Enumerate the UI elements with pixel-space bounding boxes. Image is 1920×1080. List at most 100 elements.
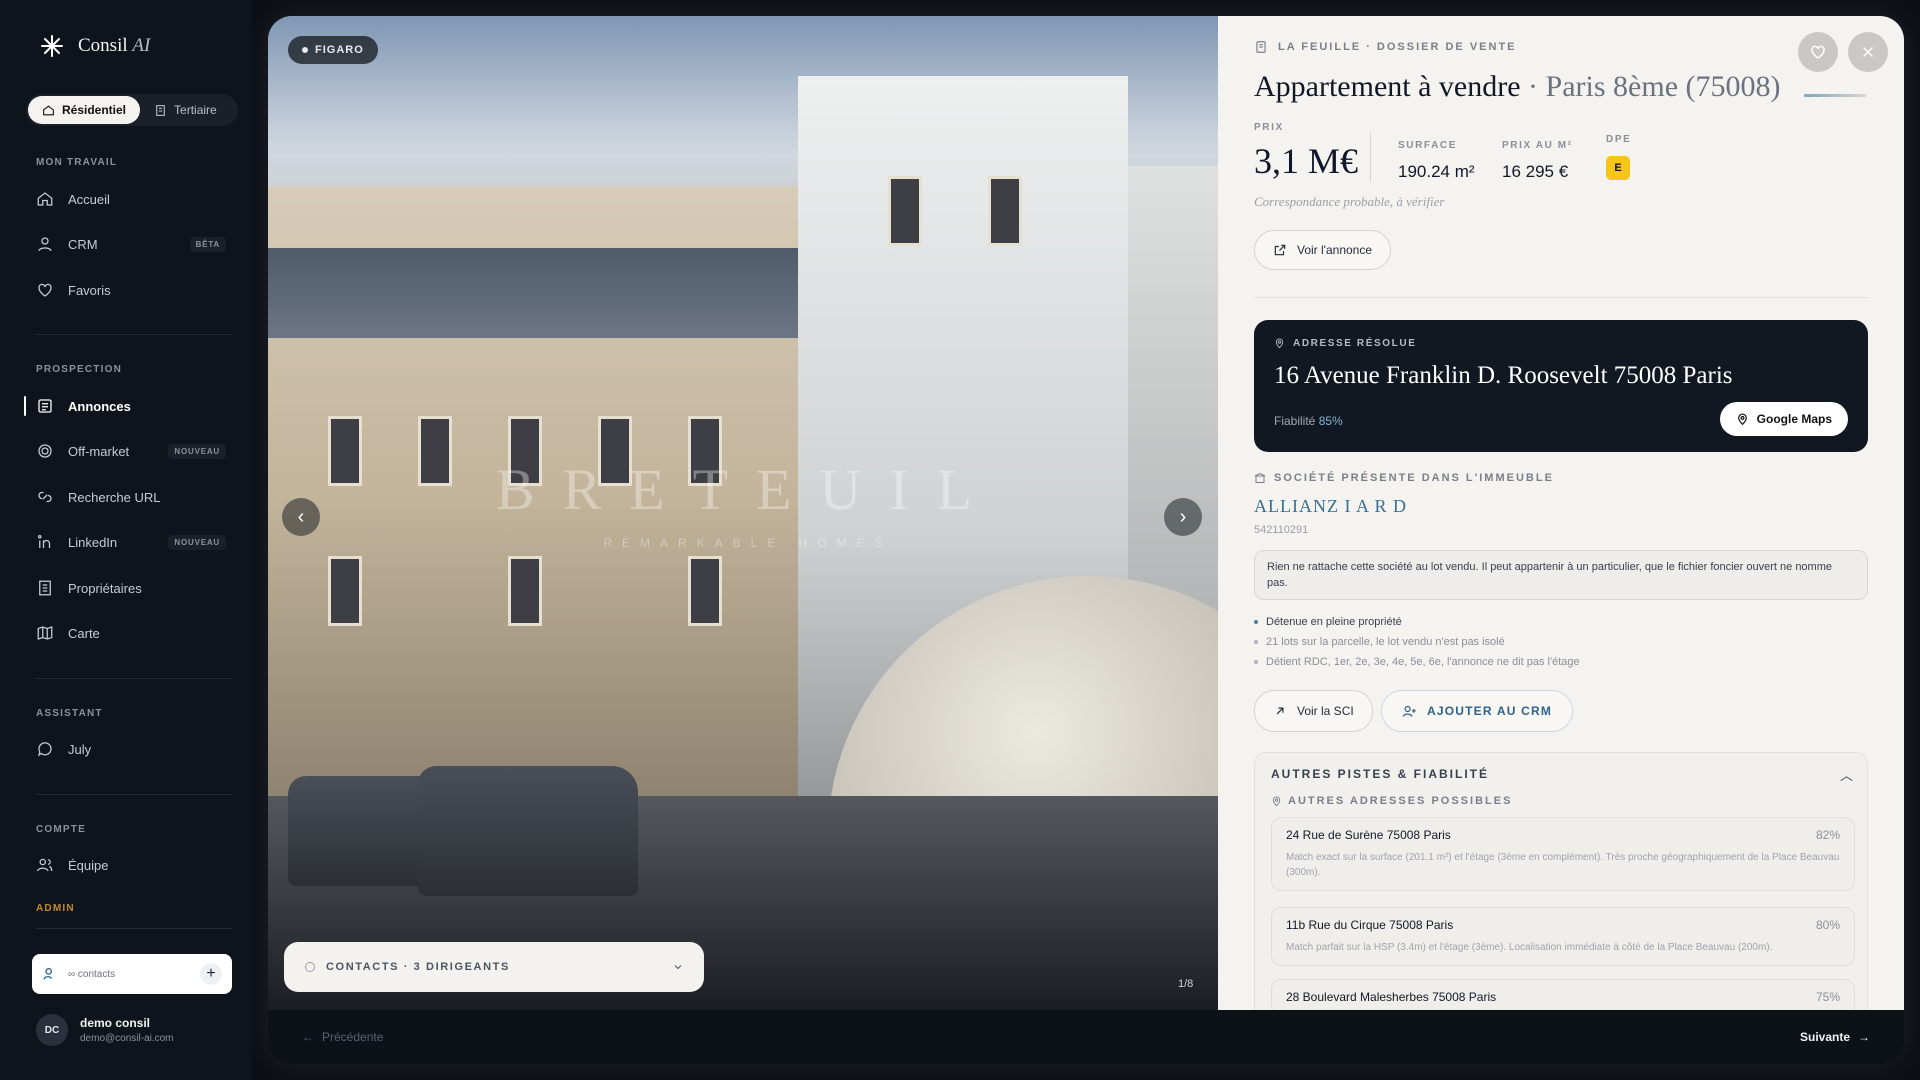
building-icon [156, 104, 165, 116]
previous-listing-button[interactable]: ← Précédente [302, 1030, 383, 1044]
chevron-right-icon: › [1179, 505, 1187, 528]
section-label-admin: ADMIN [36, 903, 75, 914]
panel-eyebrow: LA FEUILLE · DOSSIER DE VENTE [1254, 40, 1517, 54]
price-per-m2-value: 16 295 € [1502, 162, 1569, 181]
lead-description: Match parfait sur la HSP (3.4m) et l'éta… [1286, 942, 1773, 953]
map-icon [37, 626, 53, 640]
list-item: Détient RDC, 1er, 2e, 3e, 4e, 5e, 6e, l'… [1254, 652, 1868, 672]
brand-logo[interactable]: Consil AI [40, 34, 150, 58]
sidebar-item-proprietaires[interactable]: Propriétaires [24, 571, 234, 605]
sidebar-divider [36, 928, 232, 929]
lead-description: Match exact sur la surface (201.1 m²) et… [1286, 852, 1840, 878]
sidebar-item-accueil[interactable]: Accueil [24, 182, 234, 216]
building-icon [1254, 472, 1266, 483]
user-profile[interactable]: DC demo consil demo@consil-ai.com [36, 1014, 174, 1046]
listing-modal: BRETEUIL REMARKABLE HOMES FIGARO ‹ › CON… [268, 16, 1904, 1064]
sidebar-item-carte[interactable]: Carte [24, 616, 234, 650]
sidebar-item-crm[interactable]: CRM BÊTA [24, 227, 234, 261]
segment-tertiaire[interactable]: Tertiaire [140, 96, 231, 124]
sidebar-divider [36, 334, 232, 335]
favorite-button[interactable] [1798, 32, 1838, 72]
clock-icon [305, 962, 315, 972]
add-to-crm-button[interactable]: AJOUTER AU CRM [1381, 690, 1574, 732]
sidebar-item-annonces[interactable]: Annonces [24, 389, 234, 423]
building-icon [39, 580, 51, 596]
previous-photo-button[interactable]: ‹ [282, 498, 320, 536]
add-contact-button[interactable]: + [200, 963, 222, 985]
contacts-widget[interactable]: ∞ contacts + [32, 954, 232, 994]
detail-panel: LA FEUILLE · DOSSIER DE VENTE Appartemen… [1218, 16, 1904, 1010]
heart-icon [1811, 45, 1825, 59]
other-leads-panel: AUTRES PISTES & FIABILITÉ ︿ AUTRES ADRES… [1254, 752, 1868, 1010]
photo-window [988, 176, 1022, 246]
price-per-m2-label: PRIX AU M² [1502, 140, 1573, 151]
team-icon [36, 858, 53, 872]
sidebar-item-recherche-url[interactable]: Recherche URL [24, 480, 234, 514]
next-listing-button[interactable]: Suivante → [1800, 1030, 1870, 1044]
lead-item[interactable]: 28 Boulevard Malesherbes 75008 Paris 75% [1271, 979, 1855, 1010]
company-disclaimer: Rien ne rattache cette société au lot ve… [1254, 550, 1868, 600]
user-icon [38, 237, 52, 252]
section-label-compte: COMPTE [36, 824, 86, 835]
list-item: Détenue en pleine propriété [1254, 612, 1868, 632]
market-segment-toggle: Résidentiel Tertiaire [26, 94, 238, 126]
company-name[interactable]: ALLIANZ I A R D [1254, 496, 1407, 517]
heart-icon [38, 283, 52, 297]
resolved-address: 16 Avenue Franklin D. Roosevelt 75008 Pa… [1274, 362, 1733, 389]
home-icon [37, 192, 53, 206]
new-badge: NOUVEAU [168, 534, 226, 550]
avatar: DC [36, 1014, 68, 1046]
arrow-right-icon: → [1858, 1030, 1870, 1044]
contacts-dropdown[interactable]: CONTACTS · 3 DIRIGEANTS [284, 942, 704, 992]
pin-icon [1272, 796, 1281, 806]
dot-icon [302, 47, 308, 53]
sidebar-item-off-market[interactable]: Off-market NOUVEAU [24, 434, 234, 468]
view-listing-button[interactable]: Voir l'annonce [1254, 230, 1392, 270]
address-eyebrow: ADRESSE RÉSOLUE [1274, 338, 1416, 349]
surface-value: 190.24 m² [1398, 162, 1475, 181]
sidebar-item-july[interactable]: July [24, 732, 234, 766]
user-name: demo consil [80, 1016, 151, 1030]
next-photo-button[interactable]: › [1164, 498, 1202, 536]
lead-address: 11b Rue du Cirque 75008 Paris [1286, 918, 1454, 932]
lead-score: 75% [1815, 990, 1840, 1004]
title-accent-line [1804, 94, 1866, 97]
reliability-value: 85% [1318, 414, 1343, 428]
home-icon [43, 104, 54, 115]
sidebar-item-equipe[interactable]: Équipe [24, 848, 234, 882]
photo-van [418, 766, 638, 896]
sidebar-divider [36, 678, 232, 679]
photo-window [888, 176, 922, 246]
chat-icon [37, 742, 52, 757]
listing-photo[interactable]: BRETEUIL REMARKABLE HOMES FIGARO ‹ › CON… [268, 16, 1218, 1010]
lead-item[interactable]: 11b Rue du Cirque 75008 Paris 80% Match p… [1271, 907, 1855, 966]
panel-actions [1798, 32, 1888, 72]
new-badge: NOUVEAU [168, 443, 226, 459]
photo-window [508, 556, 542, 626]
collapse-button[interactable]: ︿ [1840, 765, 1853, 784]
arrow-left-icon: ← [302, 1030, 314, 1044]
section-label-prospection: PROSPECTION [36, 364, 122, 375]
close-button[interactable] [1848, 32, 1888, 72]
target-icon [38, 444, 52, 458]
price-value: 3,1 M€ [1254, 141, 1359, 181]
dpe-badge: E [1606, 156, 1630, 180]
external-link-icon [1274, 244, 1286, 256]
price-label: PRIX [1254, 122, 1284, 133]
photo-watermark: BRETEUIL [495, 457, 1001, 522]
listing-icon [38, 399, 52, 413]
segment-residentiel[interactable]: Résidentiel [28, 96, 141, 124]
bullet-dot [1254, 660, 1258, 664]
view-sci-button[interactable]: Voir la SCI [1254, 690, 1373, 732]
lead-score: 80% [1815, 918, 1840, 932]
sidebar-item-favoris[interactable]: Favoris [24, 273, 234, 307]
other-leads-heading: AUTRES PISTES & FIABILITÉ [1271, 767, 1490, 781]
brand-name: Consil AI [78, 35, 151, 56]
lead-item[interactable]: 24 Rue de Surène 75008 Paris 82% Match ex… [1271, 817, 1855, 891]
photo-window [328, 416, 362, 486]
bullet-dot [1254, 640, 1258, 644]
document-icon [1256, 41, 1266, 53]
sidebar-item-linkedin[interactable]: LinkedIn NOUVEAU [24, 525, 234, 559]
section-label-mon-travail: MON TRAVAIL [36, 157, 118, 168]
google-maps-button[interactable]: Google Maps [1719, 402, 1848, 436]
